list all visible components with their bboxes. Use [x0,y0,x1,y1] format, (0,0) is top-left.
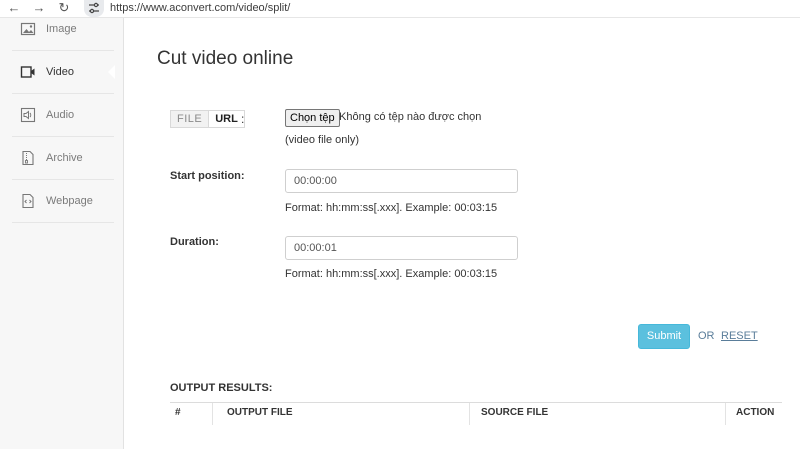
source-colon: : [241,112,245,126]
column-divider [212,403,213,425]
address-bar[interactable]: https://www.aconvert.com/video/split/ [110,1,290,15]
sidebar-item-webpage[interactable]: Webpage [12,180,114,223]
audio-icon [20,107,36,123]
start-position-hint: Format: hh:mm:ss[.xxx]. Example: 00:03:1… [285,202,498,214]
sidebar-item-label: Video [46,66,74,78]
page-title: Cut video online [157,48,294,69]
file-option-tab[interactable]: FILE [171,111,210,127]
sidebar-item-image[interactable]: Image [12,8,114,51]
sidebar-item-label: Archive [46,152,83,164]
output-table-header: # OUTPUT FILE SOURCE FILE ACTION [170,402,782,425]
video-icon [20,66,35,78]
submit-button[interactable]: Submit [638,324,690,349]
column-header-output-file: OUTPUT FILE [227,407,293,418]
sidebar-item-label: Webpage [46,195,93,207]
browser-toolbar: ← → ↻ https://www.aconvert.com/video/spl… [0,0,800,18]
duration-hint: Format: hh:mm:ss[.xxx]. Example: 00:03:1… [285,268,498,280]
duration-label: Duration: [170,236,219,248]
column-header-action: ACTION [736,407,775,418]
column-divider [725,403,726,425]
sidebar-item-label: Audio [46,109,75,121]
active-indicator [108,65,115,79]
reset-link[interactable]: RESET [721,330,758,342]
sidebar-item-video[interactable]: Video [12,51,115,94]
file-hint: (video file only) [285,134,359,146]
image-icon [20,22,36,36]
choose-file-button[interactable]: Chọn tệp [285,109,340,127]
sidebar-item-archive[interactable]: Archive [12,137,114,180]
url-option-tab[interactable]: URL [209,111,244,127]
file-status-text: Không có tệp nào được chọn [339,111,482,123]
archive-icon [22,150,34,166]
sidebar-item-audio[interactable]: Audio [12,94,114,137]
duration-input[interactable] [285,236,518,260]
column-header-source-file: SOURCE FILE [481,407,549,418]
or-label: OR [698,330,715,342]
column-divider [469,403,470,425]
output-results-title: OUTPUT RESULTS: [170,382,273,394]
start-position-input[interactable] [285,169,518,193]
sidebar: Image Video Audio Archive Webpage [0,18,124,449]
column-header-index: # [175,407,181,418]
webpage-icon [22,193,34,209]
start-position-label: Start position: [170,170,245,182]
source-toggle: FILE URL [170,110,245,128]
sidebar-item-label: Image [46,23,77,35]
